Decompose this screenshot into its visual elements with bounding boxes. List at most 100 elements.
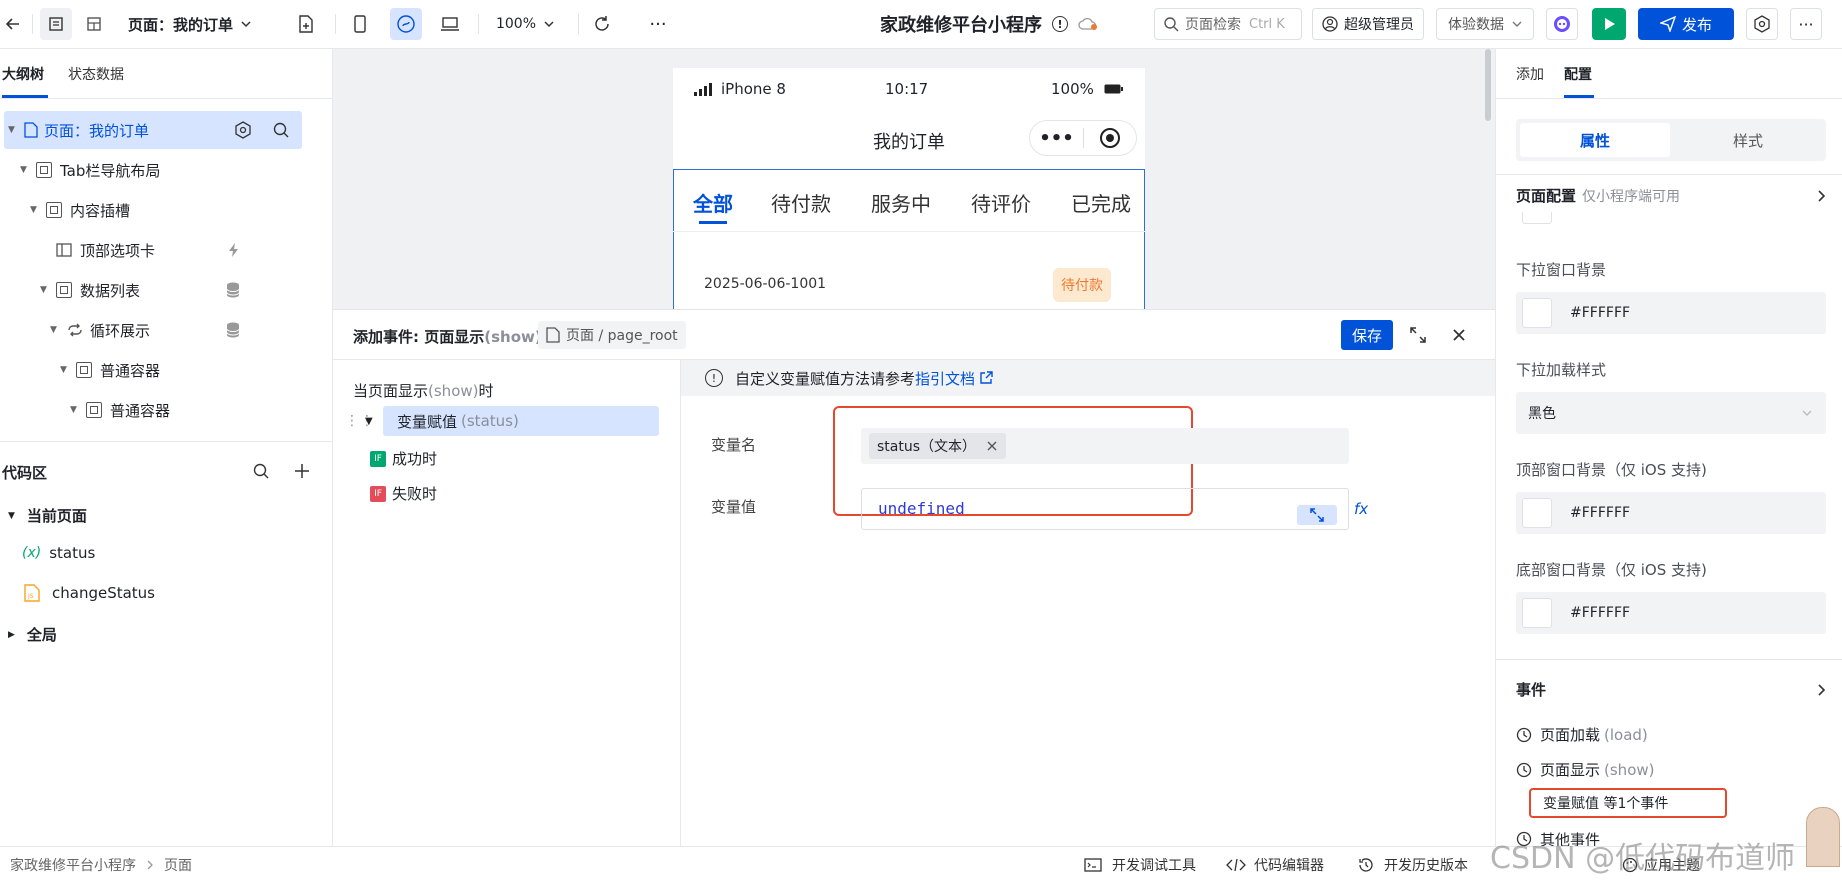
tree-item-label: 循环展示 — [90, 321, 151, 340]
battery-level: 100% — [1051, 80, 1094, 98]
expand-editor-icon[interactable] — [1297, 505, 1337, 525]
miniprogram-preview-icon[interactable] — [390, 8, 422, 40]
layout-view-icon[interactable] — [78, 8, 110, 40]
top-bg-color-input[interactable]: #FFFFFF — [1516, 492, 1826, 534]
container-icon — [76, 362, 92, 378]
var-name-select[interactable]: status（文本） — [861, 428, 1349, 464]
more-icon[interactable]: ··· — [644, 8, 672, 40]
save-button[interactable]: 保存 — [1341, 320, 1393, 350]
capsule-menu[interactable]: ••• — [1029, 120, 1137, 156]
caret-down-icon: ▼ — [50, 325, 57, 335]
bottom-bg-color-input[interactable]: #FFFFFF — [1516, 592, 1826, 634]
caret-down-icon: ▼ — [60, 365, 67, 375]
phone-tab-all[interactable]: 全部 — [693, 188, 733, 217]
var-value-input[interactable]: undefined — [861, 488, 1349, 530]
tab-state-data[interactable]: 状态数据 — [68, 64, 124, 84]
tree-item-content-slot[interactable]: ▼ 内容插槽 — [30, 191, 332, 229]
more-menu-icon[interactable]: ··· — [1790, 8, 1822, 40]
phone-tab-unpaid[interactable]: 待付款 — [771, 188, 831, 217]
back-arrow-icon[interactable] — [2, 8, 24, 40]
history-label: 开发历史版本 — [1384, 858, 1468, 874]
capsule-close-icon[interactable] — [1084, 127, 1136, 149]
publish-button[interactable]: 发布 — [1638, 8, 1734, 40]
event-load[interactable]: 页面加载 (load) — [1516, 724, 1648, 745]
expand-icon[interactable] — [1409, 326, 1427, 344]
data-mode-select[interactable]: 体验数据 — [1436, 8, 1534, 40]
mobile-preview-icon[interactable] — [346, 8, 374, 40]
color-swatch[interactable] — [1522, 298, 1552, 328]
close-icon[interactable] — [1452, 328, 1466, 342]
component-path[interactable]: 页面 / page_root — [538, 321, 686, 349]
page-config-section[interactable]: 页面配置 仅小程序端可用 — [1516, 185, 1826, 206]
phone-tab-in-service[interactable]: 服务中 — [871, 188, 931, 217]
right-tabs: 添加 配置 — [1496, 49, 1842, 99]
settings-icon[interactable] — [1746, 8, 1778, 40]
add-icon[interactable] — [294, 463, 310, 479]
code-section-global[interactable]: ▶ 全局 — [8, 624, 57, 645]
breadcrumb-page[interactable]: 页面 — [164, 855, 192, 875]
debug-tool-button[interactable]: 开发调试工具 — [1084, 855, 1196, 875]
tab-add[interactable]: 添加 — [1516, 64, 1544, 84]
color-swatch[interactable] — [1522, 598, 1552, 628]
event-show[interactable]: 页面显示 (show) — [1516, 759, 1655, 780]
external-link-icon[interactable] — [979, 371, 993, 385]
capsule-more-icon[interactable]: ••• — [1030, 128, 1083, 149]
history-button[interactable]: 开发历史版本 — [1358, 855, 1468, 875]
branch-success[interactable]: IF 成功时 — [370, 448, 437, 469]
canvas-scrollbar[interactable] — [1485, 49, 1491, 121]
run-preview-button[interactable] — [1592, 8, 1626, 40]
add-page-icon[interactable] — [292, 8, 320, 40]
search-icon[interactable] — [252, 462, 270, 480]
segment-properties[interactable]: 属性 — [1520, 123, 1670, 157]
tree-item-top-tabs[interactable]: 顶部选项卡 — [56, 231, 358, 269]
pulldown-bg-color-input[interactable]: #FFFFFF — [1516, 292, 1826, 334]
tab-config[interactable]: 配置 — [1564, 64, 1592, 84]
tree-item-loop[interactable]: ▼ 循环展示 — [50, 311, 352, 349]
user-menu[interactable]: 超级管理员 — [1312, 8, 1424, 40]
dialog-header: 添加事件: 页面显示 (show) 页面 / page_root 保存 — [333, 310, 1495, 360]
outline-view-icon[interactable] — [40, 8, 72, 40]
settings-icon[interactable] — [234, 121, 252, 139]
tree-item-tabbar-layout[interactable]: ▼ Tab栏导航布局 — [20, 151, 322, 189]
branch-fail[interactable]: IF 失败时 — [370, 483, 437, 504]
partial-swatch — [1522, 212, 1552, 224]
fx-formula-icon[interactable]: fx — [1354, 500, 1368, 518]
code-section-current-page[interactable]: ▼ 当前页面 — [8, 505, 87, 526]
page-search-input[interactable]: 页面检索 Ctrl K — [1154, 8, 1302, 40]
code-item-changestatus[interactable]: JS changeStatus — [24, 584, 155, 602]
tree-item-container[interactable]: ▼ 普通容器 — [70, 391, 372, 429]
ai-assistant-icon[interactable] — [1546, 8, 1578, 40]
dialog-title: 添加事件: 页面显示 (show) — [353, 326, 542, 347]
code-editor-button[interactable]: 代码编辑器 — [1226, 855, 1324, 875]
tree-item-container[interactable]: ▼ 普通容器 — [60, 351, 362, 389]
action-code: (status) — [461, 412, 519, 430]
desktop-preview-icon[interactable] — [436, 8, 464, 40]
info-icon[interactable]: ! — [1052, 16, 1068, 32]
tab-outline[interactable]: 大纲树 — [2, 64, 44, 84]
event-flow-panel: 当页面显示 (show) 时 ⋮⋮ ▼ 变量赋值 (status) IF 成功时… — [333, 360, 681, 847]
chevron-down-icon — [241, 21, 251, 28]
breadcrumb-app[interactable]: 家政维修平台小程序 — [10, 855, 136, 875]
event-summary-link[interactable]: 变量赋值 等1个事件 — [1529, 788, 1727, 818]
events-section[interactable]: 事件 — [1516, 679, 1826, 700]
tree-item-page[interactable]: ▼ 页面：我的订单 — [8, 111, 310, 149]
code-item-status[interactable]: (x) status — [22, 544, 95, 562]
tree-item-label: 普通容器 — [110, 401, 171, 420]
segment-style[interactable]: 样式 — [1674, 123, 1822, 157]
close-icon[interactable] — [986, 440, 998, 452]
tree-item-data-list[interactable]: ▼ 数据列表 — [40, 271, 342, 309]
cloud-sync-icon[interactable] — [1078, 17, 1098, 31]
tip-text: 自定义变量赋值方法请参考 — [735, 369, 916, 388]
pulldown-style-select[interactable]: 黑色 — [1516, 392, 1826, 434]
action-variable-assign[interactable]: 变量赋值 (status) — [383, 406, 659, 436]
caret-down-icon[interactable]: ▼ — [365, 416, 373, 427]
current-page-label: 当前页面 — [26, 507, 87, 525]
zoom-select[interactable]: 100% — [490, 8, 560, 40]
color-swatch[interactable] — [1522, 498, 1552, 528]
phone-tab-completed[interactable]: 已完成 — [1071, 188, 1145, 217]
tip-doc-link[interactable]: 指引文档 — [915, 368, 975, 389]
page-selector[interactable]: 页面：我的订单 — [128, 8, 268, 40]
search-icon[interactable] — [272, 121, 290, 139]
refresh-icon[interactable] — [588, 8, 616, 40]
phone-tab-to-review[interactable]: 待评价 — [971, 188, 1031, 217]
